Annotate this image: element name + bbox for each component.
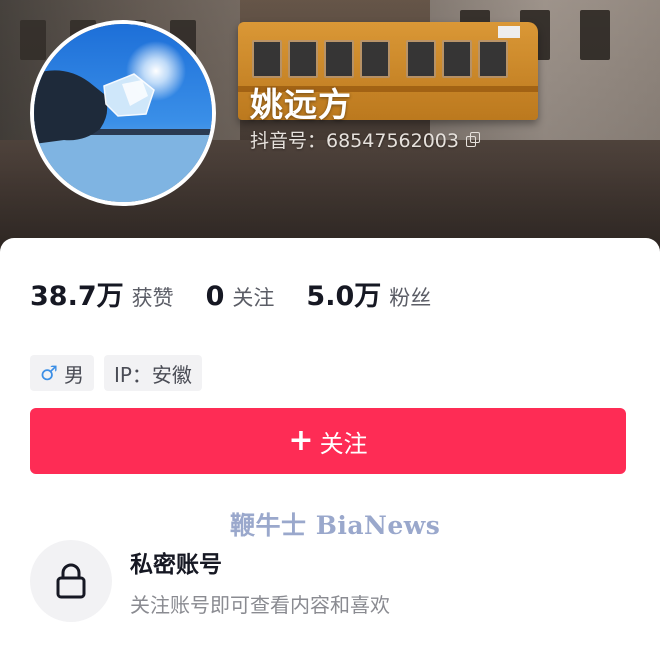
stat-followers[interactable]: 5.0万 粉丝 [306,274,431,313]
profile-header: 姚远方 抖音号：68547562003 [0,0,660,270]
ip-tag: IP：安徽 [103,355,202,391]
stat-value: 38.7万 [30,281,124,312]
gender-tag: ♂ 男 [30,355,94,391]
private-account-title: 私密账号 [130,551,222,578]
stat-label: 获赞 [131,286,174,310]
male-icon: ♂ [40,361,58,385]
private-account-text: 私密账号 关注账号即可查看内容和喜欢 [130,545,390,618]
watermark: 鞭牛士 BiaNews [230,511,441,540]
profile-card: 38.7万 获赞 0 关注 5.0万 粉丝 ♂ 男 IP：安徽 + 关注 鞭牛士… [0,238,660,652]
stat-label: 关注 [232,286,275,310]
ip-label: IP：安徽 [113,362,192,387]
plus-icon: + [288,423,314,458]
copy-icon[interactable] [465,131,481,148]
stat-following[interactable]: 0 关注 [206,281,275,312]
stat-likes[interactable]: 38.7万 获赞 [30,274,174,313]
lock-icon [56,563,86,599]
private-account-notice: 私密账号 关注账号即可查看内容和喜欢 [30,540,390,622]
profile-tags: ♂ 男 IP：安徽 [30,355,202,391]
douyin-id-text: 抖音号：68547562003 [250,130,459,152]
stat-value: 0 [205,281,225,312]
stat-value: 5.0万 [306,281,382,312]
stats-row: 38.7万 获赞 0 关注 5.0万 粉丝 [30,274,463,313]
avatar[interactable] [30,20,216,206]
douyin-id: 抖音号：68547562003 [250,126,481,153]
username: 姚远方 [250,85,352,124]
gender-label: 男 [63,362,84,387]
lock-badge [30,540,112,622]
follow-button-label: 关注 [319,429,368,458]
stat-label: 粉丝 [389,286,432,310]
private-account-description: 关注账号即可查看内容和喜欢 [130,592,390,617]
avatar-image [34,24,212,202]
follow-button[interactable]: + 关注 [30,408,626,474]
